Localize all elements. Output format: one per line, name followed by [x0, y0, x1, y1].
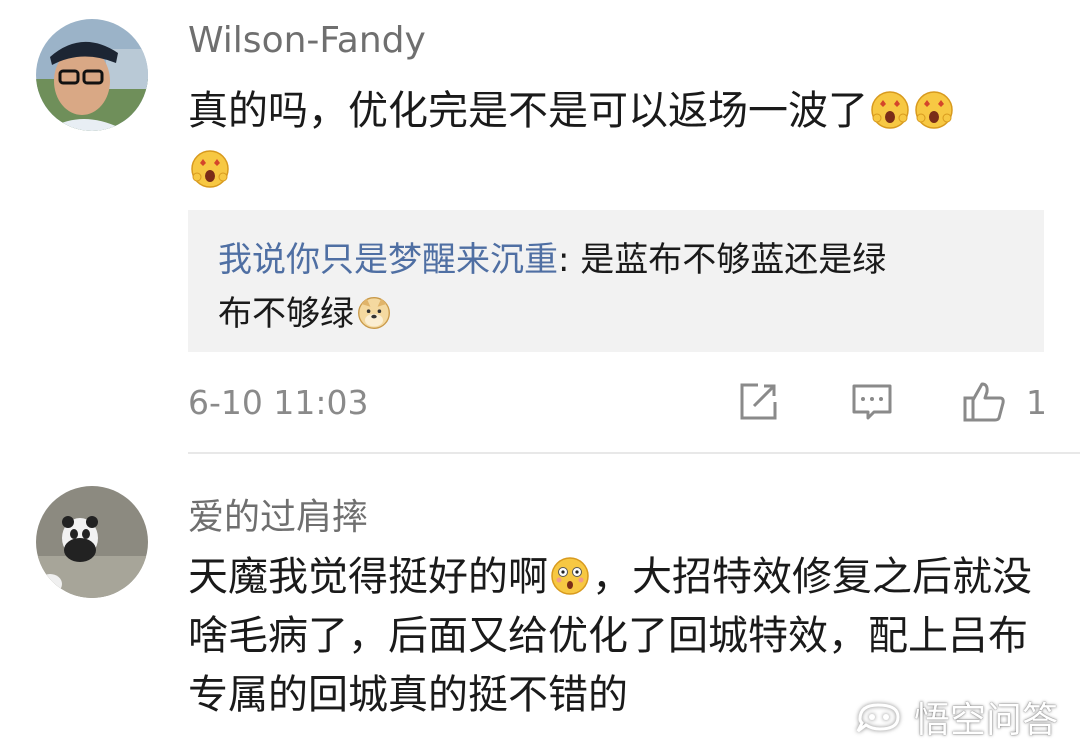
comment-item: 爱的过肩摔 天魔我觉得挺好的啊 ，大招特效修复之后就没啥毛病了，后面又给优化了回城…: [0, 0, 1080, 754]
shocked-emoji: [551, 557, 589, 595]
comment-text-body: 天魔我觉得挺好的啊: [188, 554, 548, 600]
avatar[interactable]: [36, 486, 148, 598]
watermark-label: 悟空问答: [913, 700, 1058, 741]
username[interactable]: 爱的过肩摔: [188, 488, 368, 540]
watermark: 悟空问答: [854, 694, 1058, 741]
wukong-logo-icon: [856, 703, 900, 733]
